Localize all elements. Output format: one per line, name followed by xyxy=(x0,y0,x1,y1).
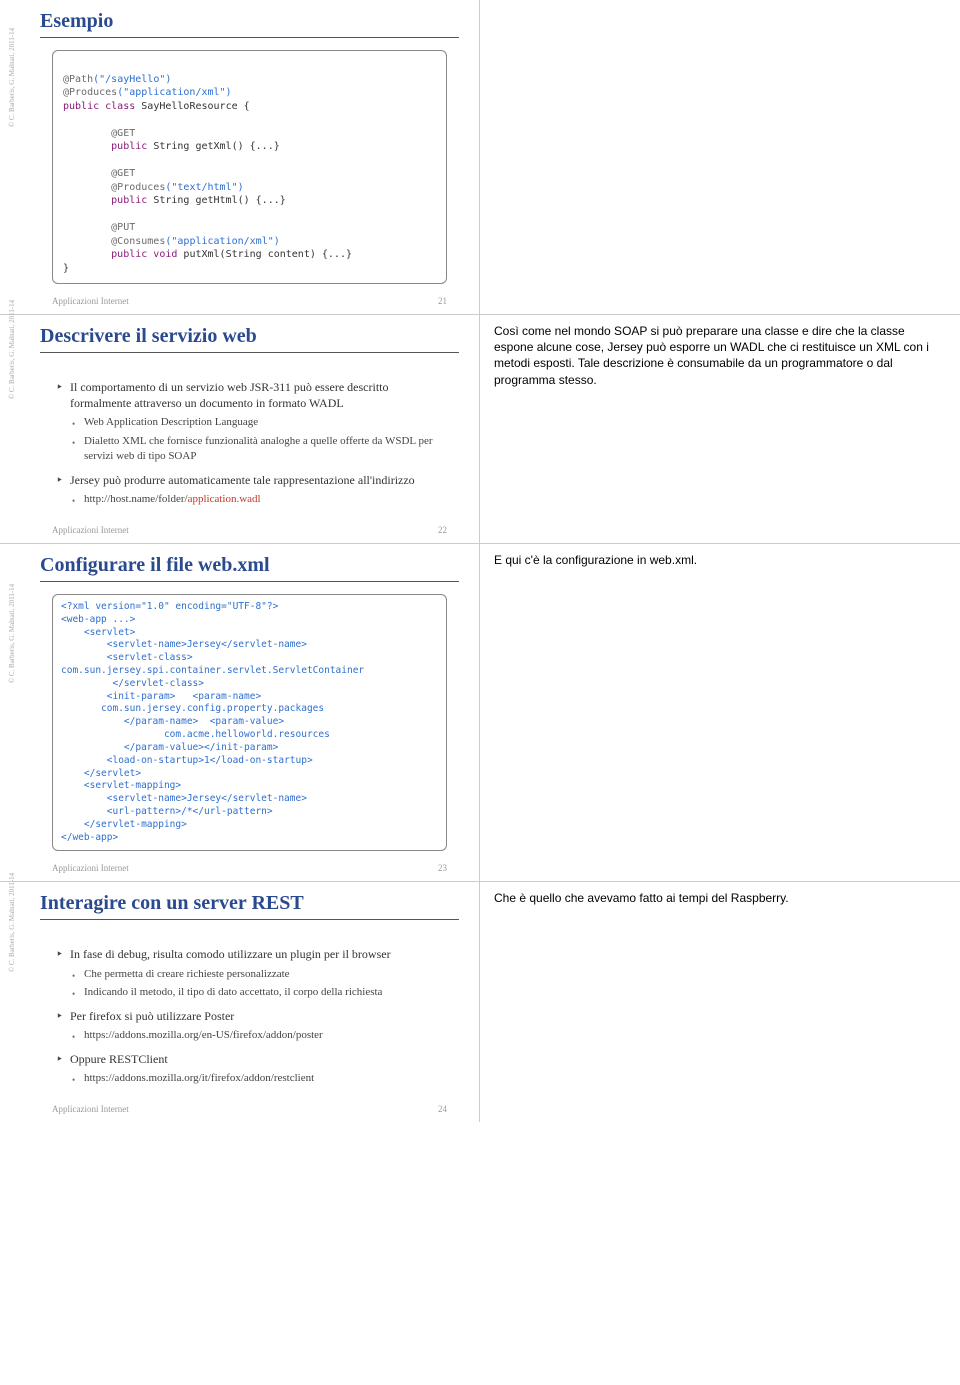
page-number: 23 xyxy=(438,863,447,873)
notes-24: Che è quello che avevamo fatto ai tempi … xyxy=(480,882,960,1122)
slide-title: Esempio xyxy=(40,10,459,38)
bullet-l1: Jersey può produrre automaticamente tale… xyxy=(62,472,447,488)
bullet-l2: Dialetto XML che fornisce funzionalità a… xyxy=(74,434,447,464)
code-block-xml: <?xml version="1.0" encoding="UTF-8"?> <… xyxy=(52,594,447,851)
footer-label: Applicazioni Internet xyxy=(52,296,129,306)
notes-22: Così come nel mondo SOAP si può preparar… xyxy=(480,315,960,543)
slide-23: © C. Barberis, G. Malnati, 2011-14 Confi… xyxy=(0,544,480,881)
bullet-l2: https://addons.mozilla.org/en-US/firefox… xyxy=(74,1028,447,1043)
code-block-java: @Path("/sayHello") @Produces("applicatio… xyxy=(52,50,447,284)
bullet-l1: Il comportamento di un servizio web JSR-… xyxy=(62,379,447,411)
notes-21 xyxy=(480,0,960,314)
bullet-l1: Per firefox si può utilizzare Poster xyxy=(62,1008,447,1024)
bullet-list: Il comportamento di un servizio web JSR-… xyxy=(40,365,459,513)
page-number: 22 xyxy=(438,525,447,535)
bullet-l2: Web Application Description Language xyxy=(74,415,447,430)
bullet-l2: Che permetta di creare richieste persona… xyxy=(74,967,447,982)
bullet-list: In fase di debug, risulta comodo utilizz… xyxy=(40,932,459,1092)
footer-label: Applicazioni Internet xyxy=(52,1104,129,1114)
credit-vertical: © C. Barberis, G. Malnati, 2011-14 xyxy=(8,300,16,399)
footer-label: Applicazioni Internet xyxy=(52,863,129,873)
slide-title: Descrivere il servizio web xyxy=(40,325,459,353)
bullet-l1: In fase di debug, risulta comodo utilizz… xyxy=(62,946,447,962)
slide-title: Configurare il file web.xml xyxy=(40,554,459,582)
notes-23: E qui c'è la configurazione in web.xml. xyxy=(480,544,960,881)
bullet-l1: Oppure RESTClient xyxy=(62,1051,447,1067)
slide-title: Interagire con un server REST xyxy=(40,892,459,920)
page-number: 24 xyxy=(438,1104,447,1114)
footer-label: Applicazioni Internet xyxy=(52,525,129,535)
slide-21: © C. Barberis, G. Malnati, 2011-14 Esemp… xyxy=(0,0,480,314)
credit-vertical: © C. Barberis, G. Malnati, 2011-14 xyxy=(8,583,16,682)
bullet-l2: Indicando il metodo, il tipo di dato acc… xyxy=(74,985,447,1000)
page-number: 21 xyxy=(438,296,447,306)
bullet-l2: https://addons.mozilla.org/it/firefox/ad… xyxy=(74,1071,447,1086)
credit-vertical: © C. Barberis, G. Malnati, 2011-14 xyxy=(8,873,16,972)
bullet-l2: http://host.name/folder/application.wadl xyxy=(74,492,447,507)
slide-24: © C. Barberis, G. Malnati, 2011-14 Inter… xyxy=(0,882,480,1122)
slide-22: © C. Barberis, G. Malnati, 2011-14 Descr… xyxy=(0,315,480,543)
credit-vertical: © C. Barberis, G. Malnati, 2011-14 xyxy=(8,28,16,127)
